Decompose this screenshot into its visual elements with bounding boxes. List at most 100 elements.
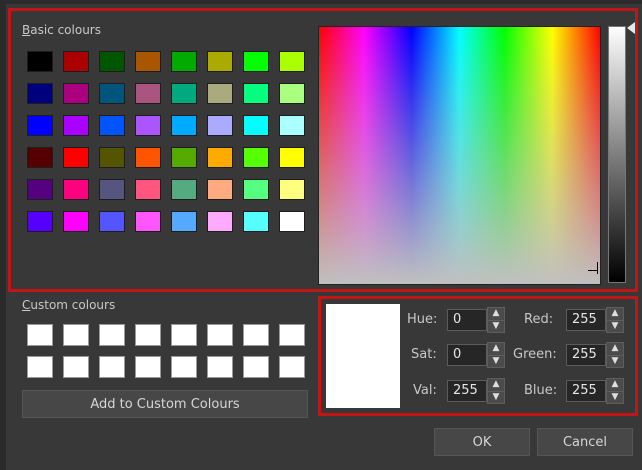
basic-colour-swatch[interactable]	[99, 211, 125, 232]
picker-crosshair-vertical	[597, 262, 598, 274]
basic-colour-swatch[interactable]	[135, 115, 161, 136]
custom-colour-swatch[interactable]	[63, 324, 89, 346]
basic-colour-swatch[interactable]	[135, 147, 161, 168]
ok-button[interactable]: OK	[434, 428, 530, 456]
hue-saturation-picker[interactable]	[318, 26, 601, 285]
custom-colour-swatch[interactable]	[171, 324, 197, 346]
custom-colour-swatch[interactable]	[99, 356, 125, 378]
basic-colour-swatch[interactable]	[279, 83, 305, 104]
basic-colour-swatch[interactable]	[63, 211, 89, 232]
basic-colour-swatch[interactable]	[207, 179, 233, 200]
green-field[interactable]: 255	[566, 344, 606, 366]
basic-colour-swatch[interactable]	[279, 51, 305, 72]
stepper-down-icon[interactable]: ▼	[607, 390, 623, 404]
basic-colour-swatch[interactable]	[243, 115, 269, 136]
sat-stepper[interactable]: ▲ ▼	[487, 342, 505, 368]
basic-colour-swatch[interactable]	[63, 115, 89, 136]
basic-colour-swatch[interactable]	[135, 51, 161, 72]
basic-colour-swatch[interactable]	[27, 115, 53, 136]
basic-colour-swatch[interactable]	[99, 51, 125, 72]
hue-stepper[interactable]: ▲ ▼	[487, 307, 505, 333]
basic-colour-swatch[interactable]	[63, 51, 89, 72]
basic-colour-swatch[interactable]	[27, 211, 53, 232]
basic-colour-swatch[interactable]	[243, 179, 269, 200]
basic-colour-swatch[interactable]	[207, 147, 233, 168]
hue-field[interactable]: 0	[447, 309, 487, 331]
basic-colour-swatch[interactable]	[171, 51, 197, 72]
basic-colour-swatch[interactable]	[243, 83, 269, 104]
basic-colour-swatch[interactable]	[207, 83, 233, 104]
stepper-down-icon[interactable]: ▼	[488, 390, 504, 404]
basic-colour-swatch[interactable]	[243, 51, 269, 72]
basic-colour-swatch[interactable]	[27, 179, 53, 200]
hue-label: Hue:	[407, 312, 438, 327]
basic-colour-swatch[interactable]	[171, 115, 197, 136]
stepper-down-icon[interactable]: ▼	[488, 319, 504, 333]
add-to-custom-colours-button[interactable]: Add to Custom Colours	[22, 390, 308, 418]
basic-colour-swatch[interactable]	[243, 211, 269, 232]
luminance-slider[interactable]	[608, 26, 626, 283]
stepper-up-icon[interactable]: ▲	[607, 379, 623, 391]
basic-colour-swatch[interactable]	[99, 147, 125, 168]
basic-colour-swatch[interactable]	[135, 83, 161, 104]
basic-colour-swatch[interactable]	[279, 147, 305, 168]
basic-colour-swatch[interactable]	[279, 179, 305, 200]
basic-colour-swatch[interactable]	[63, 83, 89, 104]
basic-colour-swatch[interactable]	[27, 83, 53, 104]
custom-colour-swatch[interactable]	[63, 356, 89, 378]
custom-colour-swatch[interactable]	[27, 356, 53, 378]
val-stepper[interactable]: ▲ ▼	[487, 378, 505, 404]
basic-colour-swatch[interactable]	[171, 179, 197, 200]
custom-colour-swatch[interactable]	[207, 324, 233, 346]
basic-colour-swatch[interactable]	[171, 211, 197, 232]
basic-colour-swatch[interactable]	[279, 211, 305, 232]
basic-colour-swatch[interactable]	[171, 83, 197, 104]
luminance-slider-handle-icon[interactable]	[627, 22, 635, 34]
basic-colour-swatch[interactable]	[63, 179, 89, 200]
basic-colour-swatch[interactable]	[27, 51, 53, 72]
stepper-down-icon[interactable]: ▼	[607, 319, 623, 333]
custom-colour-swatch[interactable]	[27, 324, 53, 346]
basic-colour-swatch[interactable]	[99, 83, 125, 104]
basic-colour-swatch[interactable]	[27, 147, 53, 168]
basic-colour-swatch[interactable]	[63, 147, 89, 168]
red-field[interactable]: 255	[566, 309, 606, 331]
red-stepper[interactable]: ▲ ▼	[606, 307, 624, 333]
dialog-left-border	[0, 0, 6, 470]
custom-colour-swatch[interactable]	[171, 356, 197, 378]
val-label: Val:	[413, 383, 437, 398]
basic-colour-swatch[interactable]	[99, 115, 125, 136]
val-field[interactable]: 255	[447, 380, 487, 402]
stepper-down-icon[interactable]: ▼	[488, 354, 504, 368]
basic-colour-swatch[interactable]	[135, 179, 161, 200]
stepper-up-icon[interactable]: ▲	[607, 308, 623, 320]
basic-colour-swatch[interactable]	[207, 115, 233, 136]
stepper-up-icon[interactable]: ▲	[488, 343, 504, 355]
custom-colour-swatch[interactable]	[243, 324, 269, 346]
custom-colour-swatch[interactable]	[243, 356, 269, 378]
stepper-up-icon[interactable]: ▲	[488, 308, 504, 320]
basic-colour-swatch[interactable]	[279, 115, 305, 136]
custom-colour-swatch[interactable]	[279, 356, 305, 378]
green-label: Green:	[513, 347, 557, 362]
blue-field[interactable]: 255	[566, 380, 606, 402]
sat-field[interactable]: 0	[447, 344, 487, 366]
green-stepper[interactable]: ▲ ▼	[606, 342, 624, 368]
basic-colour-swatch[interactable]	[135, 211, 161, 232]
basic-colour-swatch[interactable]	[243, 147, 269, 168]
cancel-button[interactable]: Cancel	[537, 428, 633, 456]
red-label: Red:	[524, 312, 554, 327]
basic-colour-swatch[interactable]	[171, 147, 197, 168]
stepper-up-icon[interactable]: ▲	[607, 343, 623, 355]
custom-colour-swatch[interactable]	[207, 356, 233, 378]
stepper-down-icon[interactable]: ▼	[607, 354, 623, 368]
basic-colour-swatch[interactable]	[207, 51, 233, 72]
custom-colour-swatch[interactable]	[135, 356, 161, 378]
custom-colour-swatch[interactable]	[99, 324, 125, 346]
basic-colour-swatch[interactable]	[99, 179, 125, 200]
blue-stepper[interactable]: ▲ ▼	[606, 378, 624, 404]
stepper-up-icon[interactable]: ▲	[488, 379, 504, 391]
basic-colour-swatch[interactable]	[207, 211, 233, 232]
custom-colour-swatch[interactable]	[135, 324, 161, 346]
custom-colour-swatch[interactable]	[279, 324, 305, 346]
